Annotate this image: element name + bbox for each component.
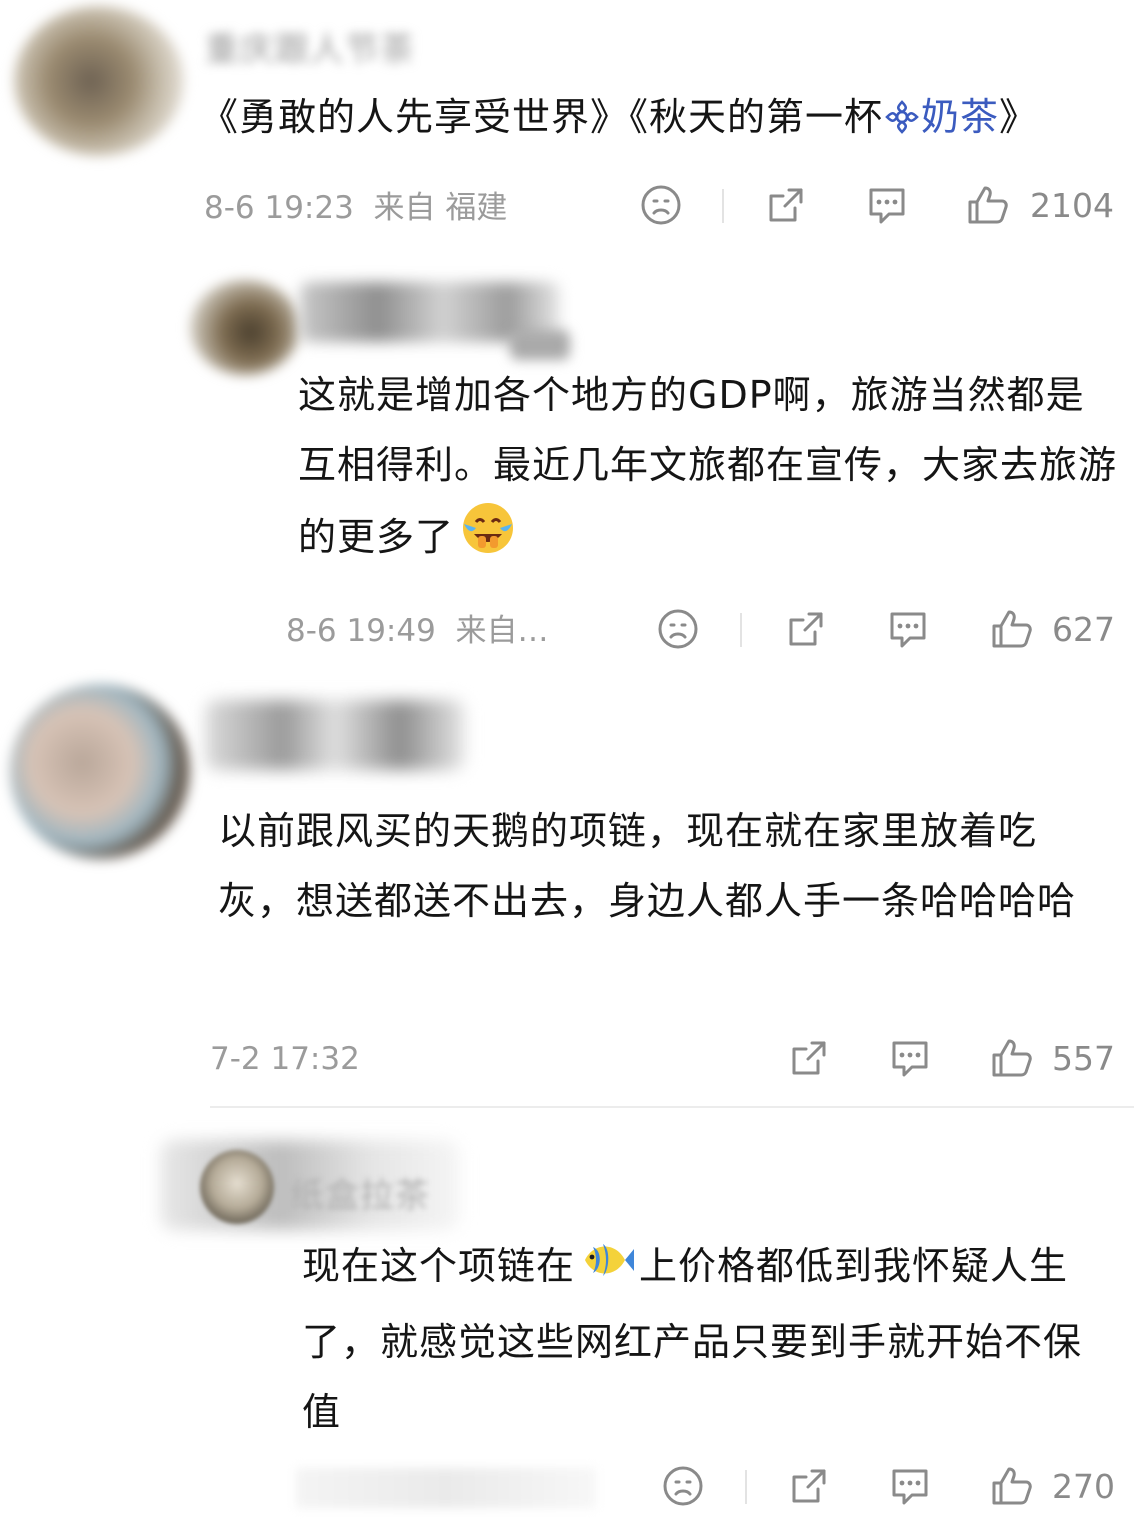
location: 来自 福建 xyxy=(373,190,508,226)
thumbs-up-icon xyxy=(992,610,1032,648)
like-count: 557 xyxy=(1052,1038,1115,1078)
timestamp-blurred xyxy=(296,1468,596,1508)
username-blurred-2 xyxy=(510,330,570,360)
comment-text: 以前跟风买的天鹅的项链，现在就在家里放着吃灰，想送都送不出去，身边人都人手一条哈… xyxy=(218,809,1077,923)
avatar[interactable] xyxy=(190,280,300,375)
timestamp: 8-6 19:49 xyxy=(286,613,436,649)
username-blurred[interactable] xyxy=(205,700,465,770)
thumbs-up-icon xyxy=(992,1039,1032,1077)
timestamp: 8-6 19:23 xyxy=(204,190,354,226)
avatar[interactable] xyxy=(14,6,184,156)
avatar[interactable] xyxy=(10,684,190,859)
location: 来自… xyxy=(455,613,549,649)
share-icon xyxy=(769,188,803,222)
laughing-crying-emoji xyxy=(460,500,516,578)
dislike-button[interactable] xyxy=(657,608,699,650)
dislike-button[interactable] xyxy=(640,184,682,226)
comment-button[interactable] xyxy=(865,184,909,226)
share-button[interactable] xyxy=(765,184,807,226)
comment-bubble-icon xyxy=(890,612,926,648)
comment-text: 这就是增加各个地方的GDP啊，旅游当然都是互相得利。最近几年文旅都在宣传，大家去… xyxy=(298,360,1118,578)
like-button[interactable]: 627 xyxy=(990,608,1115,650)
like-button[interactable]: 2104 xyxy=(966,184,1114,226)
timestamp: 7-2 17:32 xyxy=(210,1041,360,1077)
comment-text-body: 这就是增加各个地方的GDP啊，旅游当然都是互相得利。最近几年文旅都在宣传，大家去… xyxy=(298,373,1118,559)
comment-meta: 8-6 19:49 来自… xyxy=(286,611,549,651)
comment-text-prefix: 《勇敢的人先享受世界》《秋天的第一杯 xyxy=(200,95,884,139)
comment-text-suffix: 》 xyxy=(999,95,1039,139)
share-icon xyxy=(789,612,823,646)
sad-face-icon xyxy=(641,185,681,225)
comment-bubble-icon xyxy=(892,1469,928,1505)
comment-text-prefix: 现在这个项链在 xyxy=(302,1244,576,1288)
divider xyxy=(740,613,742,647)
reply-divider xyxy=(210,1106,1134,1108)
like-button[interactable]: 270 xyxy=(990,1465,1115,1507)
share-icon xyxy=(792,1041,826,1075)
comment-button[interactable] xyxy=(886,608,930,650)
username[interactable]: 纸盒拉茶 xyxy=(290,1168,430,1217)
like-count: 627 xyxy=(1052,609,1115,649)
dislike-button[interactable] xyxy=(662,1465,704,1507)
topic-link[interactable]: 奶茶 xyxy=(921,95,999,139)
like-count: 270 xyxy=(1052,1466,1115,1506)
like-count: 2104 xyxy=(1030,185,1114,225)
share-icon xyxy=(792,1469,826,1503)
divider xyxy=(722,189,724,223)
topic-flower-icon xyxy=(883,88,921,158)
comment-button[interactable] xyxy=(888,1037,932,1079)
like-button[interactable]: 557 xyxy=(990,1037,1115,1079)
sad-face-icon xyxy=(658,609,698,649)
thumbs-up-icon xyxy=(992,1467,1032,1505)
fish-emoji xyxy=(579,1235,635,1307)
avatar[interactable] xyxy=(200,1150,274,1224)
comment-button[interactable] xyxy=(888,1465,932,1507)
share-button[interactable] xyxy=(788,1037,830,1079)
comment-bubble-icon xyxy=(869,188,905,224)
comment-text: 《勇敢的人先享受世界》《秋天的第一杯 奶茶》 xyxy=(200,82,1120,158)
comment-text: 现在这个项链在 上价格都低到我怀疑人生了，就感觉这些网红产品只要到手就开始不保值 xyxy=(302,1231,1102,1447)
sad-face-icon xyxy=(663,1466,703,1506)
thumbs-up-icon xyxy=(968,186,1008,224)
comment-meta: 8-6 19:23 来自 福建 xyxy=(204,188,507,228)
comment-bubble-icon xyxy=(892,1041,928,1077)
username[interactable]: 重庆跟人节茶 xyxy=(205,22,415,71)
share-button[interactable] xyxy=(785,608,827,650)
share-button[interactable] xyxy=(788,1465,830,1507)
divider xyxy=(745,1470,747,1504)
